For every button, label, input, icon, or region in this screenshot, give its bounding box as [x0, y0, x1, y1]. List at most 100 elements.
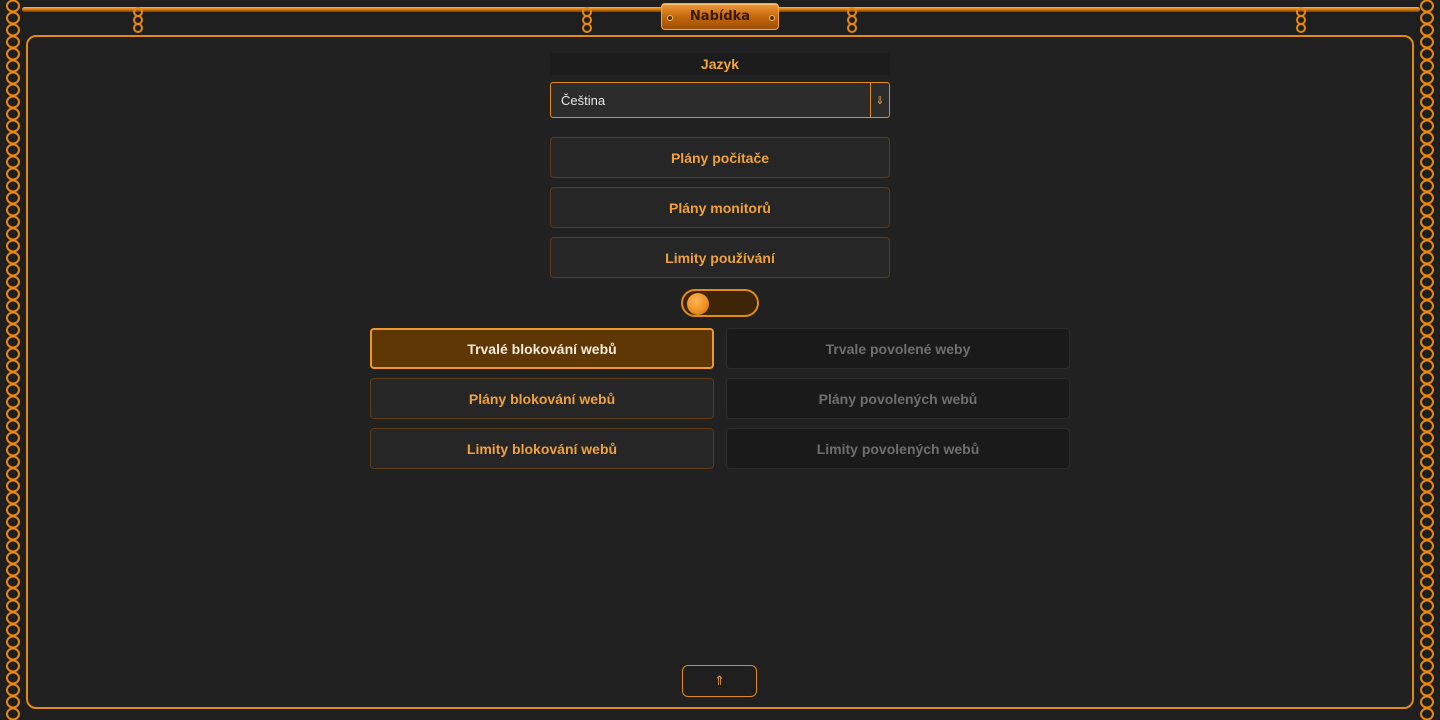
- chain-link: [1420, 311, 1434, 325]
- chain-link: [6, 611, 20, 625]
- chain-link: [6, 395, 20, 409]
- chain-link: [6, 419, 20, 433]
- chain-link: [1420, 323, 1434, 337]
- chain-link: [1420, 167, 1434, 181]
- chain-link: [6, 599, 20, 613]
- chain-link: [6, 203, 20, 217]
- chain-link: [6, 467, 20, 481]
- chain-link: [6, 347, 20, 361]
- chain-link: [6, 491, 20, 505]
- chain-link: [1420, 503, 1434, 517]
- usage-limits-button[interactable]: Limity používání: [550, 237, 890, 278]
- menu-title-plaque: Nabídka: [661, 3, 779, 30]
- chain-link: [6, 455, 20, 469]
- chain-link: [1420, 251, 1434, 265]
- chain-link: [1420, 335, 1434, 349]
- chain-link: [1420, 191, 1434, 205]
- web-allow-schedules-button[interactable]: Plány povolených webů: [726, 378, 1070, 419]
- chain-link: [6, 47, 20, 61]
- chain-link: [6, 239, 20, 253]
- web-block-schedules-button[interactable]: Plány blokování webů: [370, 378, 714, 419]
- chain-link: [1420, 47, 1434, 61]
- left-chain-decoration: [6, 0, 20, 720]
- chain-link: [6, 131, 20, 145]
- chain-link: [1420, 203, 1434, 217]
- chain-link: [1420, 623, 1434, 637]
- chain-link: [6, 527, 20, 541]
- web-block-limits-button[interactable]: Limity blokování webů: [370, 428, 714, 469]
- scroll-top-button[interactable]: ⇑: [682, 665, 757, 697]
- chain-link: [1420, 575, 1434, 589]
- chain-link: [1420, 299, 1434, 313]
- chain-link: [6, 155, 20, 169]
- chain-link: [1420, 71, 1434, 85]
- chain-link: [1420, 11, 1434, 25]
- chain-link: [6, 587, 20, 601]
- chain-link: [6, 95, 20, 109]
- chain-link: [6, 407, 20, 421]
- chain-link: [6, 11, 20, 25]
- chain-link: [6, 695, 20, 709]
- chain-link: [1420, 0, 1434, 13]
- chain-link: [1420, 419, 1434, 433]
- chain-link: [1420, 143, 1434, 157]
- chain-link: [1420, 515, 1434, 529]
- chain-link: [1420, 239, 1434, 253]
- chain-link: [1420, 551, 1434, 565]
- chain-link: [1420, 23, 1434, 37]
- chain-link: [6, 215, 20, 229]
- chain-link: [6, 251, 20, 265]
- chain-link: [6, 539, 20, 553]
- block-allow-toggle[interactable]: [681, 289, 759, 317]
- chain-link: [1420, 347, 1434, 361]
- monitor-plans-button[interactable]: Plány monitorů: [550, 187, 890, 228]
- permanent-web-allow-button[interactable]: Trvale povolené weby: [726, 328, 1070, 369]
- chain-link: [1420, 659, 1434, 673]
- chain-link: [6, 287, 20, 301]
- chain-link: [6, 191, 20, 205]
- chain-link: [6, 71, 20, 85]
- chain-link: [1420, 479, 1434, 493]
- right-chain-decoration: [1420, 0, 1434, 720]
- computer-plans-button[interactable]: Plány počítače: [550, 137, 890, 178]
- chain-link: [1420, 95, 1434, 109]
- chain-link: [1420, 539, 1434, 553]
- chain-link: [1420, 683, 1434, 697]
- chain-link: [6, 623, 20, 637]
- chain-link: [6, 59, 20, 73]
- chain-link: [6, 563, 20, 577]
- chain-link: [1420, 455, 1434, 469]
- chevron-down-icon[interactable]: ⇓: [870, 83, 889, 117]
- chain-link: [1420, 263, 1434, 277]
- chain-link: [1420, 35, 1434, 49]
- chain-link: [1420, 431, 1434, 445]
- chain-link: [1420, 371, 1434, 385]
- chain-link: [1420, 215, 1434, 229]
- chain-link: [1420, 707, 1434, 720]
- chain-link: [6, 575, 20, 589]
- chain-link: [1420, 587, 1434, 601]
- chain-link: [1420, 227, 1434, 241]
- chain-link: [1420, 119, 1434, 133]
- permanent-web-block-button[interactable]: Trvalé blokování webů: [370, 328, 714, 369]
- chain-link: [6, 551, 20, 565]
- chain-link: [1420, 443, 1434, 457]
- chain-link: [1420, 599, 1434, 613]
- chain-link: [6, 227, 20, 241]
- web-allow-limits-button[interactable]: Limity povolených webů: [726, 428, 1070, 469]
- chain-link: [1420, 467, 1434, 481]
- chain-link: [6, 503, 20, 517]
- chain-link: [6, 335, 20, 349]
- rivet-icon: [769, 15, 775, 21]
- chain-link: [6, 635, 20, 649]
- chain-link: [6, 119, 20, 133]
- chain-link: [1420, 695, 1434, 709]
- chain-link: [6, 35, 20, 49]
- chain-link: [1420, 647, 1434, 661]
- language-select[interactable]: Čeština ⇓: [550, 82, 890, 118]
- chain-link: [6, 179, 20, 193]
- chain-link: [6, 83, 20, 97]
- chain-link: [6, 143, 20, 157]
- chain-link: [1420, 287, 1434, 301]
- chain-link: [1420, 527, 1434, 541]
